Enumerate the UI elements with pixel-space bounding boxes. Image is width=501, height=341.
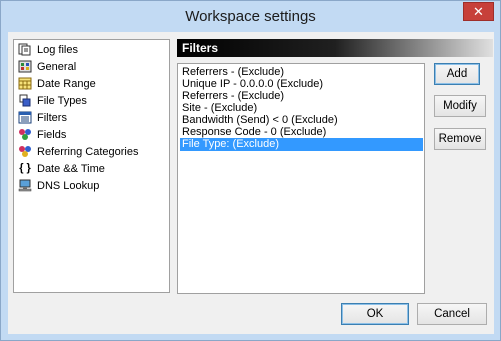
settings-category-list: Log files General Date Range File Types bbox=[13, 39, 170, 293]
file-types-icon bbox=[18, 94, 32, 107]
calendar-icon bbox=[18, 77, 32, 90]
nav-item-fields[interactable]: Fields bbox=[18, 127, 66, 144]
nav-item-label: Date Range bbox=[37, 78, 96, 90]
add-button[interactable]: Add bbox=[434, 63, 480, 85]
dialog-client-area: Log files General Date Range File Types bbox=[8, 32, 494, 334]
general-icon bbox=[18, 60, 32, 73]
nav-item-label: Filters bbox=[37, 112, 67, 124]
filter-item-selected[interactable]: File Type: (Exclude) bbox=[180, 138, 423, 151]
fields-icon bbox=[18, 128, 32, 141]
workspace-settings-window: Workspace settings ✕ Log files General D… bbox=[0, 0, 501, 341]
nav-item-date-range[interactable]: Date Range bbox=[18, 76, 96, 93]
filters-list[interactable]: Referrers - (Exclude) Unique IP - 0.0.0.… bbox=[177, 63, 425, 294]
log-files-icon bbox=[18, 43, 32, 56]
modify-button[interactable]: Modify bbox=[434, 95, 486, 117]
filters-icon bbox=[18, 111, 32, 124]
referring-categories-icon bbox=[18, 145, 32, 158]
nav-item-filters[interactable]: Filters bbox=[18, 110, 67, 127]
window-title: Workspace settings bbox=[185, 8, 316, 25]
nav-item-label: File Types bbox=[37, 95, 87, 107]
panel-title: Filters bbox=[177, 39, 493, 57]
computer-icon bbox=[18, 179, 32, 192]
ok-button[interactable]: OK bbox=[341, 303, 409, 325]
remove-button[interactable]: Remove bbox=[434, 128, 486, 150]
nav-item-label: Referring Categories bbox=[37, 146, 139, 158]
cancel-button[interactable]: Cancel bbox=[417, 303, 487, 325]
nav-item-label: Date && Time bbox=[37, 163, 105, 175]
nav-item-label: Fields bbox=[37, 129, 67, 141]
nav-item-log-files[interactable]: Log files bbox=[18, 42, 78, 59]
close-window-button[interactable]: ✕ bbox=[463, 2, 494, 21]
nav-item-label: General bbox=[37, 61, 77, 73]
nav-item-referring-categories[interactable]: Referring Categories bbox=[18, 144, 139, 161]
nav-item-general[interactable]: General bbox=[18, 59, 76, 76]
nav-item-dns-lookup[interactable]: DNS Lookup bbox=[18, 178, 99, 195]
nav-item-label: DNS Lookup bbox=[37, 180, 100, 192]
nav-item-label: Log files bbox=[37, 44, 78, 56]
nav-item-file-types[interactable]: File Types bbox=[18, 93, 87, 110]
braces-icon: { } bbox=[19, 162, 31, 174]
nav-item-date-time[interactable]: { } Date && Time bbox=[18, 161, 105, 178]
